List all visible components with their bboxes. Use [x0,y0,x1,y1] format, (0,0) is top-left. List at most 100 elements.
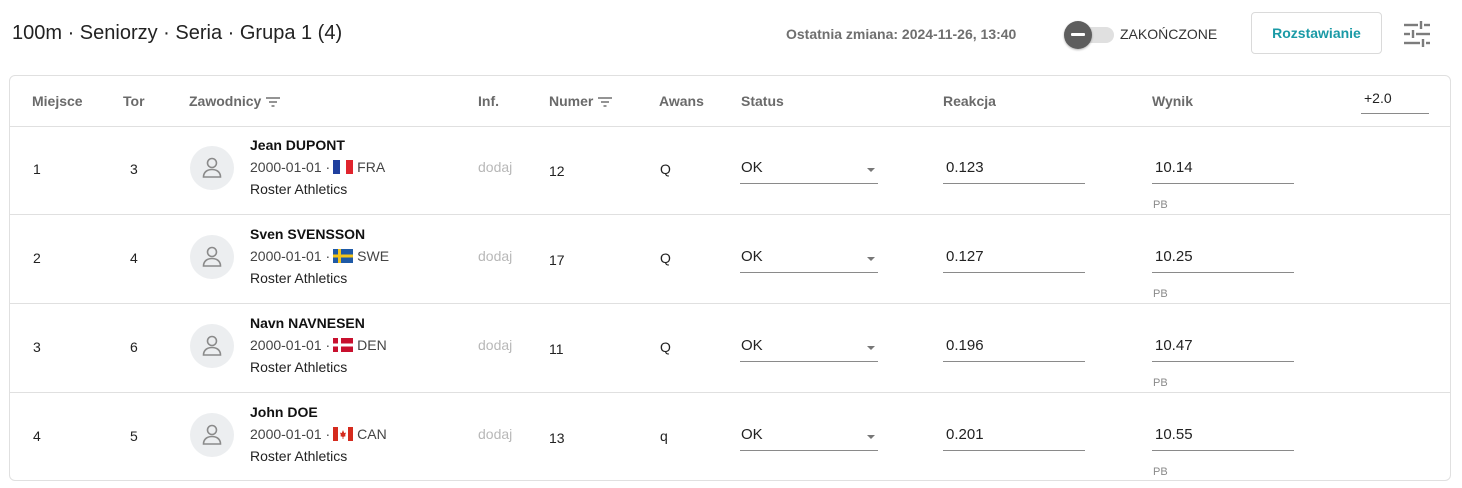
person-icon [202,157,222,178]
flag-fra-icon [333,160,354,174]
table-row[interactable]: 1 3 Jean DUPONT 2000-01-01 · FRA Roster A… [10,126,1450,215]
col-result[interactable]: Wynik [1152,93,1193,109]
col-info[interactable]: Inf. [478,93,499,109]
result-value: 10.14 [1155,159,1193,176]
table-row[interactable]: 4 5 John DOE 2000-01-01 · CAN Roster Athl… [10,393,1450,481]
reaction-value: 0.201 [946,426,984,443]
advance-code: Q [660,339,671,355]
col-number[interactable]: Numer [549,93,613,109]
athlete-name[interactable]: Sven SVENSSON [250,226,365,242]
lane: 6 [130,339,138,355]
lane: 5 [130,428,138,444]
avatar[interactable] [190,235,234,279]
col-number-label: Numer [549,93,594,109]
toggle-knob [1064,21,1092,49]
col-lane[interactable]: Tor [123,93,145,109]
place: 1 [33,161,41,177]
bib-number: 17 [549,252,565,268]
finished-toggle-label: ZAKOŃCZONE [1120,26,1218,42]
filter-icon[interactable] [265,96,281,108]
table-row[interactable]: 3 6 Navn NAVNESEN 2000-01-01 · DEN Roster… [10,304,1450,393]
add-info-link[interactable]: dodaj [478,248,512,264]
athlete-club: Roster Athletics [250,359,348,375]
bib-number: 13 [549,430,565,446]
last-change-timestamp: Ostatnia zmiana: 2024-11-26, 13:40 [786,26,1017,42]
reaction-value: 0.127 [946,248,984,265]
status-select[interactable]: OK [740,156,878,184]
reaction-input[interactable]: 0.201 [943,423,1085,451]
add-info-link[interactable]: dodaj [478,159,512,175]
reaction-value: 0.123 [946,159,984,176]
bib-number: 12 [549,163,565,179]
bib-number: 11 [549,341,564,357]
col-athletes[interactable]: Zawodnicy [189,93,281,109]
reaction-value: 0.196 [946,337,984,354]
result-value: 10.25 [1155,248,1193,265]
filter-icon[interactable] [597,96,613,108]
lane: 4 [130,250,138,266]
athlete-info: 2000-01-01 · FRA [250,159,385,175]
table-header: Miejsce Tor Zawodnicy Inf. Numer Awans S… [10,76,1450,127]
athlete-info: 2000-01-01 · CAN [250,426,387,442]
record-badge: PB [1153,199,1168,211]
athlete-name[interactable]: John DOE [250,404,318,420]
place: 2 [33,250,41,266]
col-athletes-label: Zawodnicy [189,93,262,109]
status-select[interactable]: OK [740,334,878,362]
col-status[interactable]: Status [741,93,784,109]
birth-date: 2000-01-01 · [250,248,331,264]
record-badge: PB [1153,377,1168,389]
avatar[interactable] [190,146,234,190]
status-select[interactable]: OK [740,423,878,451]
result-value: 10.47 [1155,337,1193,354]
wind-input[interactable]: +2.0 [1361,87,1429,114]
minus-icon [1071,33,1085,36]
arrange-button[interactable]: Rozstawianie [1251,12,1382,54]
record-badge: PB [1153,288,1168,300]
table-row[interactable]: 2 4 Sven SVENSSON 2000-01-01 · SWE Roster… [10,215,1450,304]
result-value: 10.55 [1155,426,1193,443]
avatar[interactable] [190,324,234,368]
athlete-club: Roster Athletics [250,270,348,286]
country-code: DEN [357,337,387,353]
col-advance[interactable]: Awans [659,93,704,109]
wind-value: +2.0 [1364,90,1392,106]
flag-swe-icon [333,249,354,263]
athlete-name[interactable]: Navn NAVNESEN [250,315,365,331]
athlete-name[interactable]: Jean DUPONT [250,137,345,153]
athlete-info: 2000-01-01 · SWE [250,248,389,264]
col-reaction[interactable]: Reakcja [943,93,996,109]
finished-toggle[interactable] [1064,21,1114,49]
country-code: CAN [357,426,387,442]
add-info-link[interactable]: dodaj [478,426,512,442]
results-table: Miejsce Tor Zawodnicy Inf. Numer Awans S… [9,75,1451,481]
status-value: OK [741,248,763,265]
avatar[interactable] [190,413,234,457]
add-info-link[interactable]: dodaj [478,337,512,353]
status-value: OK [741,337,763,354]
dropdown-arrow-icon [867,257,875,261]
athlete-club: Roster Athletics [250,448,348,464]
person-icon [202,246,222,267]
dropdown-arrow-icon [867,168,875,172]
reaction-input[interactable]: 0.123 [943,156,1085,184]
page-title: 100m · Seniorzy · Seria · Grupa 1 (4) [12,22,343,44]
person-icon [202,424,222,445]
dropdown-arrow-icon [867,346,875,350]
advance-code: q [660,428,668,444]
place: 3 [33,339,41,355]
reaction-input[interactable]: 0.127 [943,245,1085,273]
result-input[interactable]: 10.47 [1152,334,1294,362]
reaction-input[interactable]: 0.196 [943,334,1085,362]
result-input[interactable]: 10.14 [1152,156,1294,184]
col-place[interactable]: Miejsce [32,93,83,109]
flag-can-icon [333,427,354,441]
country-code: FRA [357,159,386,175]
result-input[interactable]: 10.25 [1152,245,1294,273]
status-select[interactable]: OK [740,245,878,273]
place: 4 [33,428,41,444]
status-value: OK [741,159,763,176]
tune-icon[interactable] [1402,20,1432,48]
result-input[interactable]: 10.55 [1152,423,1294,451]
dropdown-arrow-icon [867,435,875,439]
